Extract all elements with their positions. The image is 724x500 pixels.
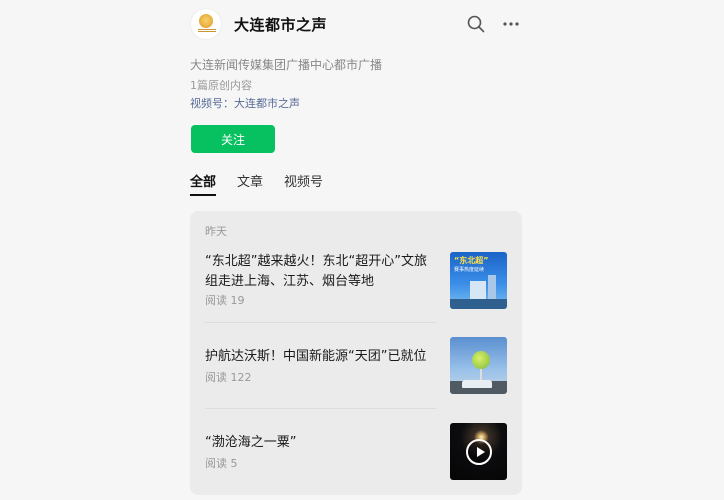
tab-channels[interactable]: 视频号 [284,171,323,196]
divider [205,408,436,409]
more-icon[interactable] [501,14,521,34]
channel-name: 大连都市之声 [234,97,300,110]
read-count: 阅读 19 [205,294,245,307]
channel-link[interactable]: 视频号：大连都市之声 [190,95,300,111]
logo-bars [198,29,216,33]
tab-all[interactable]: 全部 [190,171,217,196]
tab-bar: 全部 文章 视频号 [190,171,344,196]
video-thumbnail [450,423,507,480]
list-item[interactable]: “渤沧海之一粟” 阅读 5 [205,423,507,500]
article-title: 护航达沃斯！中国新能源“天团”已就位 [205,349,427,364]
thumbnail-subtext: 赛事热度延续 [454,267,485,273]
account-avatar[interactable] [190,8,222,40]
read-count: 阅读 5 [205,457,238,470]
feed-card: 昨天 “东北超”越来越火！东北“超开心”文旅组走进上海、江苏、烟台等地 阅读 1… [190,211,522,495]
article-title: “东北超”越来越火！东北“超开心”文旅组走进上海、江苏、烟台等地 [205,254,427,289]
original-count: 1篇原创内容 [190,79,252,92]
divider [205,322,436,323]
date-label: 昨天 [205,225,227,238]
thumbnail-text: “东北超” [454,256,489,265]
account-description: 大连新闻传媒集团广播中心都市广播 [190,58,383,72]
list-item[interactable]: 护航达沃斯！中国新能源“天团”已就位 阅读 122 [205,337,507,423]
search-icon[interactable] [466,14,486,34]
article-title: “渤沧海之一粟” [205,435,297,450]
logo-sun-icon [199,14,213,28]
list-item[interactable]: “东北超”越来越火！东北“超开心”文旅组走进上海、江苏、烟台等地 阅读 19 “… [205,252,507,338]
tab-articles[interactable]: 文章 [237,171,263,196]
channel-label: 视频号： [190,97,234,110]
follow-button[interactable]: 关注 [191,125,275,153]
account-name: 大连都市之声 [234,16,328,34]
article-thumbnail [450,337,507,394]
article-thumbnail: “东北超” 赛事热度延续 [450,252,507,309]
read-count: 阅读 122 [205,371,252,384]
play-icon[interactable] [466,439,492,465]
